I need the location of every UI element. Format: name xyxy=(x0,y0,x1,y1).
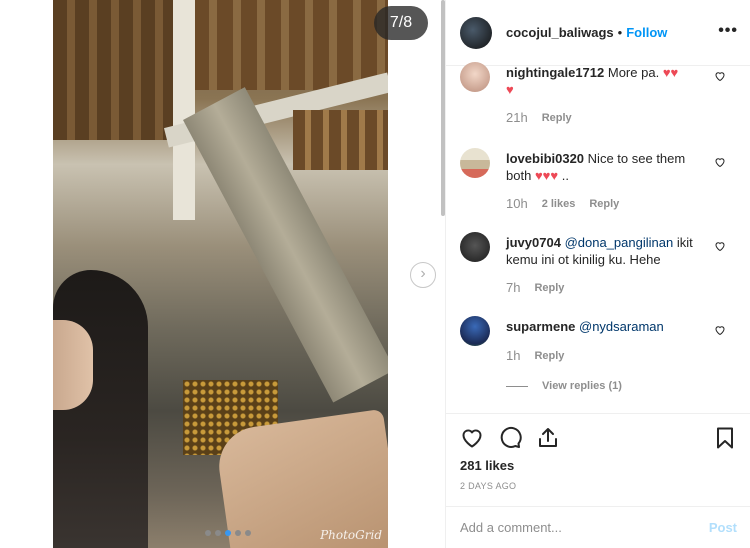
avatar[interactable] xyxy=(460,148,490,178)
comment-username[interactable]: nightingale1712 xyxy=(506,65,604,80)
like-heart-icon[interactable] xyxy=(714,156,726,168)
view-replies-button[interactable]: View replies (1) xyxy=(506,380,622,392)
post-media: PhotoGrid 7/8 › xyxy=(0,0,445,548)
separator-dot: • xyxy=(617,25,623,40)
comment-time: 1h xyxy=(506,348,521,363)
carousel-dot xyxy=(205,530,211,536)
post-actions: 281 likes 2 DAYS AGO xyxy=(446,413,750,503)
view-replies-label: View replies (1) xyxy=(542,380,622,392)
photogrid-watermark: PhotoGrid xyxy=(320,528,382,542)
reply-button[interactable]: Reply xyxy=(534,350,564,362)
avatar[interactable] xyxy=(460,232,490,262)
like-heart-icon[interactable] xyxy=(714,240,726,252)
comment-bubble-icon[interactable] xyxy=(498,426,522,450)
carousel-dot xyxy=(235,530,241,536)
carousel-dot xyxy=(215,530,221,536)
comment-time: 10h xyxy=(506,196,528,211)
carousel-counter: 7/8 xyxy=(374,6,428,40)
reply-button[interactable]: Reply xyxy=(534,282,564,294)
more-options-icon[interactable]: ••• xyxy=(718,22,738,40)
comment-mention[interactable]: @nydsaraman xyxy=(579,319,664,334)
carousel-dots xyxy=(205,530,251,536)
avatar[interactable] xyxy=(460,316,490,346)
avatar[interactable] xyxy=(460,62,490,92)
like-heart-icon[interactable] xyxy=(714,324,726,336)
comment-username[interactable]: juvy0704 xyxy=(506,235,561,250)
chevron-right-icon: › xyxy=(420,265,426,282)
comments-list: nightingale1712 More pa. ♥♥ ♥ 21h Reply l… xyxy=(446,62,750,412)
add-comment-bar: Add a comment... Post xyxy=(446,506,750,548)
likes-count[interactable]: 281 likes xyxy=(460,458,514,473)
comment-input[interactable]: Add a comment... xyxy=(460,520,709,535)
bookmark-icon[interactable] xyxy=(713,426,737,450)
comment-username[interactable]: suparmene xyxy=(506,319,575,334)
carousel-dot-active xyxy=(225,530,231,536)
comment-likes[interactable]: 2 likes xyxy=(542,198,576,210)
follow-button[interactable]: Follow xyxy=(626,25,667,40)
post-button[interactable]: Post xyxy=(709,520,737,535)
like-heart-icon[interactable] xyxy=(714,70,726,82)
share-icon[interactable] xyxy=(536,426,560,450)
carousel-dot xyxy=(245,530,251,536)
author-username[interactable]: cocojul_baliwags xyxy=(506,25,614,40)
post-date[interactable]: 2 DAYS AGO xyxy=(460,481,516,491)
comment-time: 7h xyxy=(506,280,521,295)
comment-suffix: .. xyxy=(561,168,569,183)
post-sidebar: cocojul_baliwags • Follow ••• nightingal… xyxy=(445,0,750,548)
like-heart-icon[interactable] xyxy=(460,426,484,450)
comment-mention[interactable]: @dona_pangilinan xyxy=(565,235,674,250)
red-heart-emoji-icon: ♥♥♥ xyxy=(534,168,559,183)
comment-text: More pa. xyxy=(607,65,660,80)
post-photo[interactable]: PhotoGrid xyxy=(53,0,388,548)
comment-time: 21h xyxy=(506,110,528,125)
reply-button[interactable]: Reply xyxy=(589,198,619,210)
avatar[interactable] xyxy=(460,16,492,49)
reply-button[interactable]: Reply xyxy=(542,112,572,124)
carousel-next-button[interactable]: › xyxy=(410,262,436,288)
comment-username[interactable]: lovebibi0320 xyxy=(506,151,584,166)
post-header: cocojul_baliwags • Follow ••• xyxy=(446,0,750,66)
divider xyxy=(506,385,528,387)
